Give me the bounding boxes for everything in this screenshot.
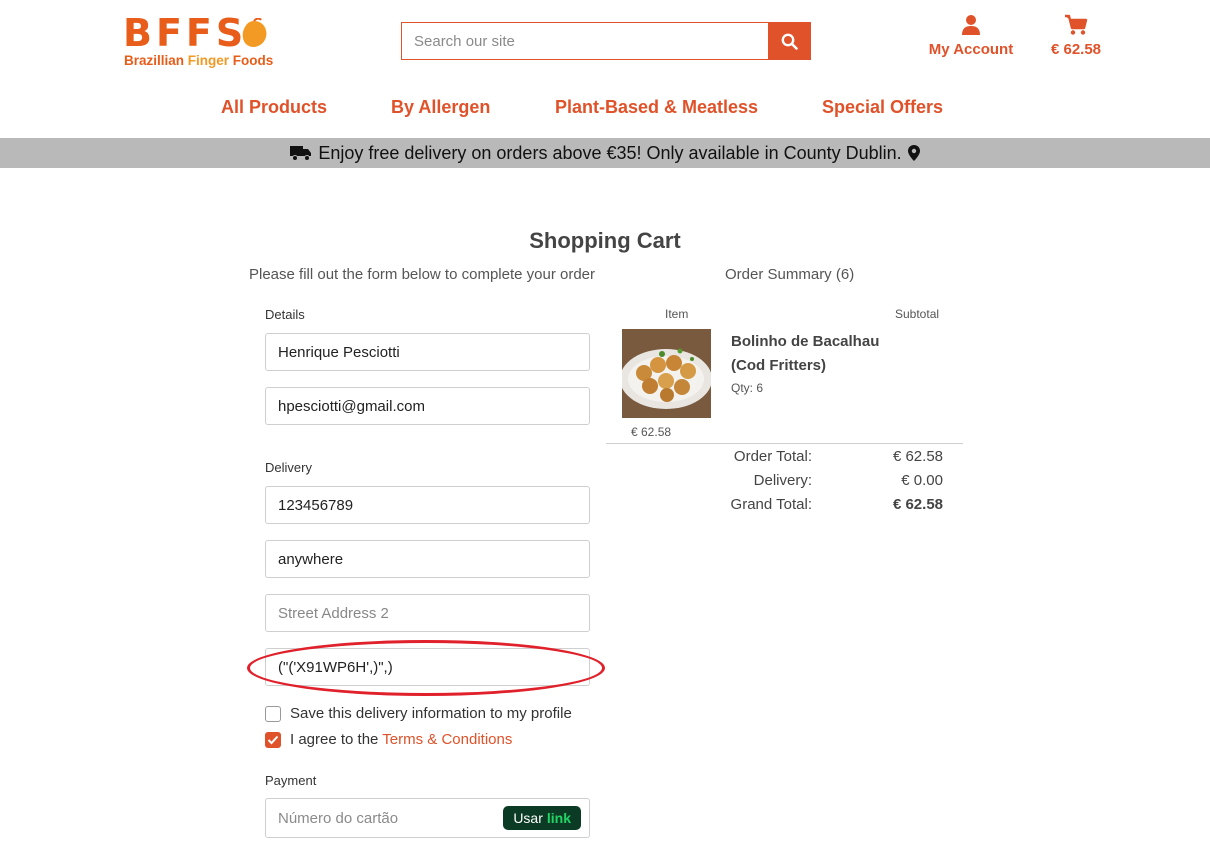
order-total-label: Order Total: — [733, 448, 812, 465]
nav-all-products[interactable]: All Products — [221, 97, 327, 118]
terms-link[interactable]: Terms & Conditions — [382, 731, 512, 748]
brand-logo[interactable]: BFFS Brazillian Finger Foods — [123, 12, 273, 72]
col-item-header: Item — [665, 307, 689, 321]
agree-terms-row: I agree to the Terms & Conditions — [265, 731, 512, 748]
form-intro: Please fill out the form below to comple… — [249, 266, 596, 283]
use-link-prefix: Usar — [513, 810, 543, 826]
nav-plant-based[interactable]: Plant-Based & Meatless — [555, 97, 758, 118]
summary-divider — [606, 443, 963, 444]
checkmark-icon — [267, 735, 279, 744]
nav-special-offers[interactable]: Special Offers — [822, 97, 943, 118]
delivery-label: Delivery — [265, 460, 312, 475]
delivery-banner: Enjoy free delivery on orders above €35!… — [0, 138, 1210, 168]
search-input[interactable] — [402, 23, 768, 59]
my-account-link[interactable]: My Account — [926, 14, 1016, 58]
order-summary-title: Order Summary (6) — [725, 266, 855, 283]
save-info-row: Save this delivery information to my pro… — [265, 705, 572, 722]
card-number-field[interactable]: Número do cartão Usar link — [265, 798, 590, 838]
cart-total: € 62.58 — [1050, 41, 1102, 58]
my-account-label: My Account — [928, 41, 1014, 58]
logo-letters: BFFS — [123, 11, 248, 55]
map-pin-icon — [907, 145, 920, 161]
product-qty: Qty: 6 — [731, 381, 764, 395]
agree-terms-label: I agree to the Terms & Conditions — [290, 731, 513, 748]
email-field[interactable] — [265, 387, 590, 425]
postcode-field[interactable] — [265, 648, 590, 686]
cart-icon — [1065, 14, 1088, 35]
phone-field[interactable] — [265, 486, 590, 524]
payment-label: Payment — [265, 773, 317, 788]
order-total-value: € 62.58 — [892, 448, 943, 465]
cart-link[interactable]: € 62.58 — [1046, 14, 1106, 58]
col-subtotal-header: Subtotal — [895, 307, 940, 321]
truck-icon — [290, 146, 312, 161]
logo-tagline: Brazillian Finger Foods — [124, 53, 274, 68]
full-name-field[interactable] — [265, 333, 590, 371]
product-name: Bolinho de Bacalhau (Cod Fritters) — [731, 333, 880, 374]
user-icon — [962, 15, 980, 35]
use-link-button[interactable]: Usar link — [503, 806, 581, 830]
main-nav: All Products By Allergen Plant-Based & M… — [0, 97, 1210, 123]
details-label: Details — [265, 307, 305, 322]
agree-terms-checkbox[interactable] — [265, 731, 281, 748]
mango-logo-icon — [242, 18, 267, 47]
street-address2-field[interactable] — [265, 594, 590, 632]
delivery-cost-value: € 0.00 — [901, 472, 943, 489]
search-bar — [401, 22, 811, 60]
delivery-cost-label: Delivery: — [753, 472, 812, 489]
product-price: € 62.58 — [631, 425, 672, 439]
search-icon — [781, 33, 798, 50]
save-info-checkbox[interactable] — [265, 705, 281, 722]
search-button[interactable] — [768, 23, 810, 59]
card-number-placeholder: Número do cartão — [278, 809, 399, 827]
grand-total-label: Grand Total: — [730, 496, 812, 513]
banner-text: Enjoy free delivery on orders above €35!… — [318, 142, 902, 163]
grand-total-value: € 62.58 — [892, 496, 943, 513]
nav-by-allergen[interactable]: By Allergen — [391, 97, 490, 118]
page-title: Shopping Cart — [529, 228, 681, 253]
product-image — [622, 329, 711, 418]
link-brand: link — [546, 810, 571, 826]
save-info-label: Save this delivery information to my pro… — [290, 705, 572, 722]
street-address1-field[interactable] — [265, 540, 590, 578]
